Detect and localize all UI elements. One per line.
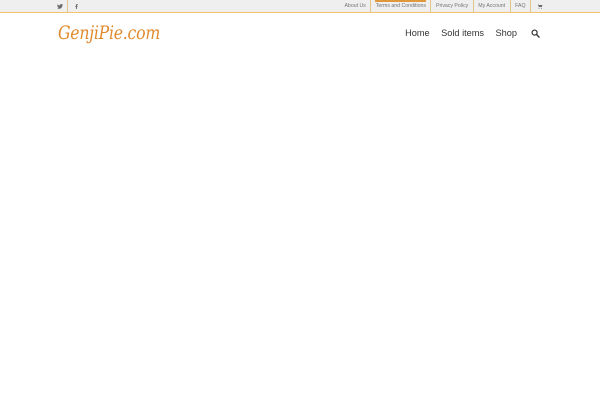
nav-shop[interactable]: Shop [496, 26, 517, 40]
search-icon[interactable] [530, 28, 541, 39]
top-bar: About Us Terms and Conditions Privacy Po… [0, 0, 600, 13]
nav-sold-items[interactable]: Sold items [441, 26, 484, 40]
site-logo[interactable]: GenjiPie.com [57, 16, 162, 50]
social-links [52, 0, 84, 13]
facebook-icon[interactable] [68, 0, 84, 13]
top-link-terms-and-conditions[interactable]: Terms and Conditions [370, 0, 430, 13]
top-link-privacy-policy[interactable]: Privacy Policy [430, 0, 472, 13]
main-nav: Home Sold items Shop [405, 26, 541, 40]
nav-home[interactable]: Home [405, 26, 430, 40]
site-header: GenjiPie.com Home Sold items Shop [0, 13, 600, 53]
twitter-icon[interactable] [52, 0, 68, 13]
cart-icon[interactable] [530, 0, 548, 13]
top-links: About Us Terms and Conditions Privacy Po… [340, 0, 548, 13]
svg-text:GenjiPie.com: GenjiPie.com [58, 22, 160, 44]
top-link-faq[interactable]: FAQ [509, 0, 530, 13]
top-link-about-us[interactable]: About Us [340, 0, 370, 13]
top-link-my-account[interactable]: My Account [472, 0, 510, 13]
